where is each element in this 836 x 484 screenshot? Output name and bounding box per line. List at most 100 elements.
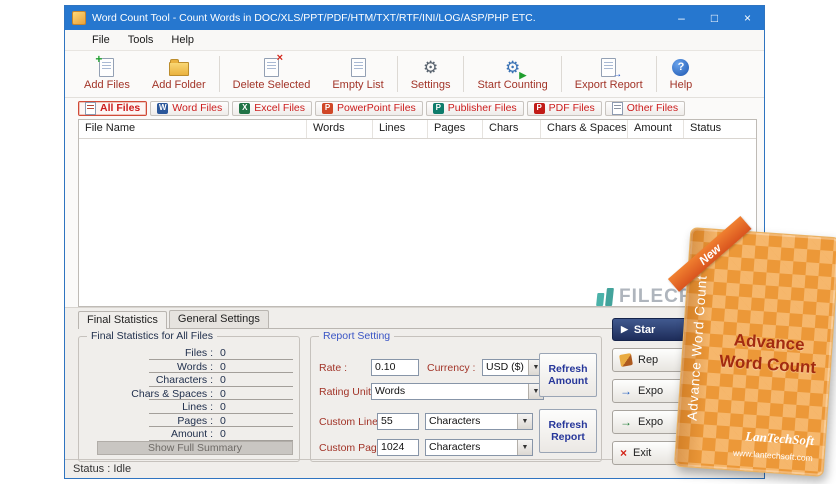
group-title: Report Setting (319, 330, 395, 342)
stat-value: 0 (220, 347, 226, 359)
stat-value: 0 (220, 374, 226, 386)
toolbar-label: Help (669, 79, 693, 91)
currency-label: Currency : (427, 362, 476, 374)
rating-unit-select[interactable]: Words ▼ (371, 383, 544, 400)
toolbar-label: Settings (410, 79, 451, 91)
filter-pdf-files[interactable]: P PDF Files (526, 100, 602, 116)
start-counting-icon: ⚙ ▶ (504, 57, 527, 80)
toolbar-settings[interactable]: ⚙ Settings (400, 51, 462, 97)
column-header-chars[interactable]: Chars (483, 120, 541, 138)
filter-label: PDF Files (548, 102, 595, 114)
toolbar-delete-selected[interactable]: × Delete Selected (222, 51, 322, 97)
custom-line-input[interactable]: 55 (377, 413, 419, 430)
toolbar-label: Start Counting (477, 79, 548, 91)
rate-input[interactable]: 0.10 (371, 359, 419, 376)
toolbar-separator (655, 56, 657, 92)
toolbar-add-files[interactable]: + Add Files (73, 51, 141, 97)
filter-publisher-files[interactable]: P Publisher Files (425, 100, 524, 116)
export-report-icon: → (601, 57, 622, 80)
column-header-status[interactable]: Status (684, 120, 756, 138)
refresh-report-button[interactable]: Refresh Report (539, 409, 597, 453)
toolbar-separator (463, 56, 465, 92)
filter-word-files[interactable]: W Word Files (150, 100, 230, 116)
stats-list: Files : 0 Words : 0 Characters : 0 Chars… (79, 346, 299, 441)
column-header-lines[interactable]: Lines (373, 120, 428, 138)
stat-value: 0 (220, 428, 226, 440)
stat-value: 0 (220, 414, 226, 427)
export-arrow-icon: → (620, 384, 632, 398)
currency-select[interactable]: USD ($) ▼ (482, 359, 544, 376)
publisher-file-icon: P (432, 102, 444, 114)
minimize-button[interactable]: – (665, 6, 698, 30)
tab-final-statistics[interactable]: Final Statistics (78, 311, 167, 329)
stat-value: 0 (220, 387, 226, 400)
word-file-icon: W (157, 102, 169, 114)
final-statistics-group: Final Statistics for All Files Files : 0… (78, 330, 300, 462)
close-button[interactable]: × (731, 6, 764, 30)
toolbar-label: Add Files (84, 79, 130, 91)
excel-file-icon: X (239, 102, 251, 114)
column-header-chars-spaces[interactable]: Chars & Spaces (541, 120, 628, 138)
toolbar-start-counting[interactable]: ⚙ ▶ Start Counting (466, 51, 558, 97)
menu-tools[interactable]: Tools (119, 32, 163, 48)
stat-label: Words : (177, 360, 213, 373)
filter-label: All Files (100, 102, 141, 114)
close-icon: × (620, 446, 628, 460)
refresh-amount-button[interactable]: Refresh Amount (539, 353, 597, 397)
toolbar-separator (218, 56, 220, 92)
stat-row-words: Words : 0 (79, 360, 299, 373)
menu-file[interactable]: File (83, 32, 119, 48)
chevron-down-icon[interactable]: ▼ (517, 414, 532, 429)
custom-line-unit-select[interactable]: Characters ▼ (425, 413, 533, 430)
window-title: Word Count Tool - Count Words in DOC/XLS… (92, 12, 536, 24)
filter-label: Word Files (172, 102, 223, 114)
stat-label: Characters : (155, 374, 213, 386)
powerpoint-file-icon: P (322, 102, 334, 114)
filter-label: Other Files (626, 102, 679, 114)
rating-unit-label: Rating Unit : (319, 386, 377, 398)
promo-box: Advance Word Count New Advance Word Coun… (656, 216, 836, 478)
titlebar[interactable]: Word Count Tool - Count Words in DOC/XLS… (65, 6, 764, 30)
filter-bar: All Files W Word Files X Excel Files P P… (65, 98, 764, 118)
tab-general-settings[interactable]: General Settings (168, 310, 269, 328)
watermark-logo-icon (596, 288, 614, 306)
toolbar-label: Delete Selected (232, 79, 311, 91)
other-files-icon (611, 101, 623, 115)
toolbar-empty-list[interactable]: Empty List (321, 51, 394, 97)
toolbar-export-report[interactable]: → Export Report (564, 51, 654, 97)
currency-value: USD ($) (486, 361, 524, 373)
custom-page-unit-select[interactable]: Characters ▼ (425, 439, 533, 456)
column-header-file-name[interactable]: File Name (79, 120, 307, 138)
screenshot-root: Word Count Tool - Count Words in DOC/XLS… (0, 0, 836, 484)
filter-other-files[interactable]: Other Files (604, 100, 686, 116)
menu-help[interactable]: Help (162, 32, 203, 48)
toolbar: + Add Files Add Folder × Delete Selected… (65, 51, 764, 98)
filter-powerpoint-files[interactable]: P PowerPoint Files (315, 100, 423, 116)
maximize-button[interactable]: □ (698, 6, 731, 30)
column-header-pages[interactable]: Pages (428, 120, 483, 138)
group-title: Final Statistics for All Files (87, 330, 217, 342)
stat-row-amount: Amount : 0 (79, 427, 299, 441)
file-table-header: File Name Words Lines Pages Chars Chars … (79, 120, 756, 139)
column-header-words[interactable]: Words (307, 120, 373, 138)
stat-label: Lines : (182, 401, 213, 413)
column-header-amount[interactable]: Amount (628, 120, 684, 138)
file-table-body-empty (79, 139, 756, 306)
show-full-summary-button[interactable]: Show Full Summary (97, 441, 293, 455)
custom-page-input[interactable]: 1024 (377, 439, 419, 456)
bottom-tabs: Final Statistics General Settings (78, 310, 271, 329)
side-button-label: Star (633, 323, 656, 336)
toolbar-separator (560, 56, 562, 92)
toolbar-label: Add Folder (151, 79, 206, 91)
chevron-down-icon[interactable]: ▼ (517, 440, 532, 455)
filter-label: Publisher Files (447, 102, 517, 114)
toolbar-add-folder[interactable]: Add Folder (141, 51, 217, 97)
settings-gear-icon: ⚙ (422, 57, 439, 77)
filter-all-files[interactable]: All Files (78, 100, 148, 116)
filter-excel-files[interactable]: X Excel Files (232, 100, 313, 116)
stat-value: 0 (220, 401, 226, 413)
stat-label: Pages : (177, 414, 213, 427)
all-files-icon (85, 101, 96, 115)
toolbar-label: Export Report (574, 79, 643, 91)
toolbar-help[interactable]: ? Help (659, 51, 704, 97)
